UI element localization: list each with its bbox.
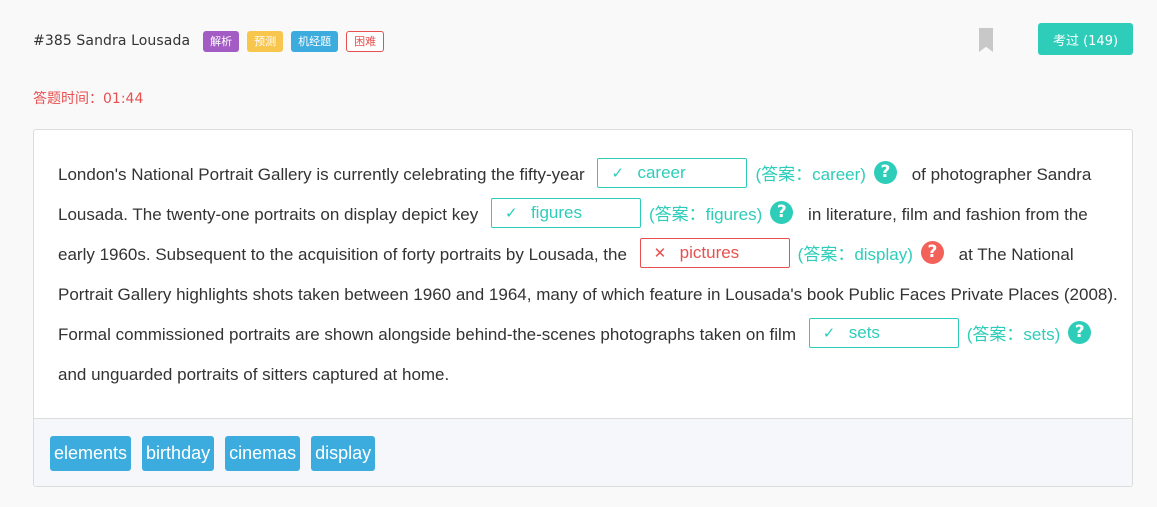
help-icon[interactable]: ? (1068, 321, 1092, 345)
blank-value: figures (530, 202, 582, 222)
question-title: #385 Sandra Lousada (33, 33, 191, 49)
check-icon: ✓ (611, 164, 625, 182)
blank-answer: (答案：figures) (648, 205, 763, 224)
help-icon[interactable]: ? (873, 161, 897, 185)
check-icon: ✓ (822, 324, 836, 342)
blank-answer: (答案：career) (755, 165, 866, 184)
help-icon[interactable]: ? (770, 201, 794, 225)
question-card: London's National Portrait Gallery is cu… (33, 129, 1133, 487)
blank-answer: (答案：display) (797, 245, 913, 264)
blank-value: career (637, 162, 686, 182)
help-icon[interactable]: ? (920, 241, 944, 265)
blank-answer: (答案：sets) (966, 325, 1061, 344)
word-chip[interactable]: display (311, 436, 376, 471)
tag-prediction[interactable]: 预测 (247, 30, 284, 52)
word-bank: elements birthday cinemas display (34, 418, 1132, 486)
cross-icon: ✕ (653, 244, 667, 262)
passage-segment: London's National Portrait Gallery is cu… (58, 165, 585, 184)
word-chip[interactable]: cinemas (225, 436, 301, 471)
bookmark-icon[interactable] (979, 28, 993, 52)
question-header: #385 Sandra Lousada 解析 预测 机经题 困难 考过 (149… (33, 23, 1133, 56)
blank-input-2[interactable]: ✓ figures (490, 197, 641, 228)
tag-difficulty: 困难 (346, 30, 385, 52)
pass-count-button[interactable]: 考过 (149) (1038, 23, 1133, 55)
blank-input-1[interactable]: ✓ career (597, 157, 748, 188)
passage-segment: and unguarded portraits of sitters captu… (58, 365, 450, 384)
blank-input-3[interactable]: ✕ pictures (639, 237, 790, 268)
blank-value: sets (848, 322, 880, 342)
tag-exam-question[interactable]: 机经题 (291, 30, 339, 52)
word-chip[interactable]: birthday (142, 436, 215, 471)
passage-text: London's National Portrait Gallery is cu… (58, 155, 1118, 395)
check-icon: ✓ (504, 204, 518, 222)
blank-input-4[interactable]: ✓ sets (808, 317, 959, 348)
answer-timer: 答题时间：01:44 (33, 91, 144, 107)
blank-value: pictures (679, 242, 740, 262)
word-chip[interactable]: elements (50, 436, 132, 471)
tag-analysis[interactable]: 解析 (203, 30, 240, 52)
